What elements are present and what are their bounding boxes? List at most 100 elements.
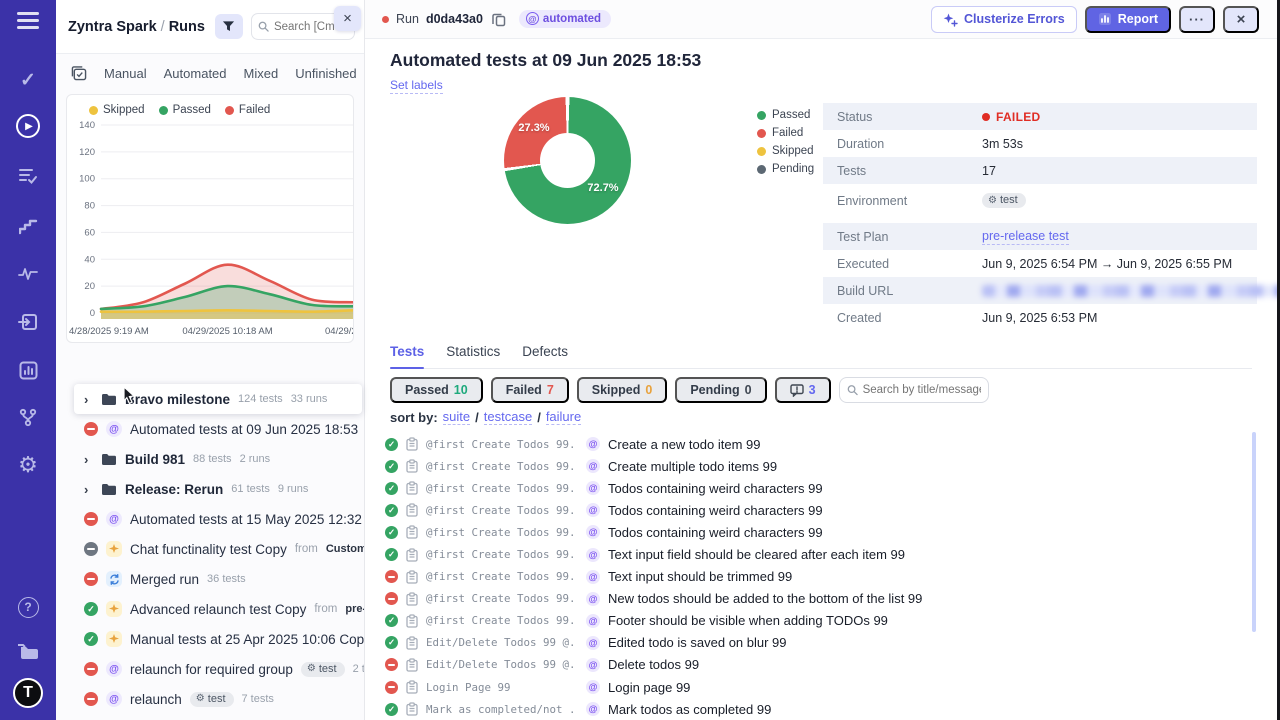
panel-close-button[interactable]: ×: [334, 6, 361, 31]
tests-scrollbar[interactable]: [1252, 432, 1256, 632]
branches-icon[interactable]: [0, 398, 56, 436]
test-title[interactable]: Delete todos 99: [608, 657, 699, 672]
automated-at-icon: @: [586, 525, 600, 539]
filter-chip-failed[interactable]: Failed 7: [491, 377, 569, 403]
tests-check-icon[interactable]: ✓: [0, 61, 56, 99]
run-kind-automated-icon: @: [106, 691, 122, 707]
filter-chip-passed[interactable]: Passed 10: [390, 377, 483, 403]
test-row[interactable]: ✓@first Create Todos 99...@Footer should…: [385, 610, 1247, 632]
more-actions-button[interactable]: ···: [1179, 6, 1215, 33]
test-row[interactable]: Edit/Delete Todos 99 @...@Delete todos 9…: [385, 654, 1247, 676]
run-row-item[interactable]: Merged run36 tests: [56, 564, 364, 594]
run-status-canceled-icon: [84, 542, 98, 556]
run-title: relaunch: [130, 692, 182, 707]
test-title[interactable]: Text input field should be cleared after…: [608, 547, 905, 562]
run-row-item[interactable]: ✓Manual tests at 25 Apr 2025 10:06 Copyf…: [56, 624, 364, 654]
test-row[interactable]: ✓@first Create Todos 99...@Text input fi…: [385, 543, 1247, 565]
legend-label: Skipped: [772, 145, 814, 157]
automated-badge[interactable]: @ automated: [519, 10, 611, 28]
test-title[interactable]: Create multiple todo items 99: [608, 459, 777, 474]
chevron-right-icon[interactable]: ›: [84, 392, 93, 407]
test-row[interactable]: ✓@first Create Todos 99...@Create a new …: [385, 433, 1247, 455]
tab-tests[interactable]: Tests: [390, 344, 424, 359]
close-run-button[interactable]: ×: [1223, 6, 1259, 33]
test-title[interactable]: New todos should be added to the bottom …: [608, 591, 922, 606]
donut-legend: PassedFailedSkippedPending: [757, 109, 814, 175]
test-row[interactable]: Login Page 99@Login page 99: [385, 676, 1247, 698]
menu-icon[interactable]: [0, 12, 56, 29]
analytics-pulse-icon[interactable]: [0, 255, 56, 293]
jobs-steps-icon[interactable]: [0, 207, 56, 245]
run-folder-row[interactable]: ›Release: Rerun61 tests9 runs: [56, 474, 364, 504]
run-row-item[interactable]: @relaunch for required group⚙test2 tests: [56, 654, 364, 684]
reports-chart-icon[interactable]: [0, 351, 56, 389]
test-title[interactable]: Login page 99: [608, 680, 690, 695]
run-type-tab-manual[interactable]: Manual: [104, 66, 147, 81]
filter-chip-skipped[interactable]: Skipped 0: [577, 377, 668, 403]
run-row-item[interactable]: Chat functinality test CopyfromCustom Se…: [56, 534, 364, 564]
test-title[interactable]: Todos containing weird characters 99: [608, 481, 823, 496]
tab-statistics[interactable]: Statistics: [446, 344, 500, 359]
test-row[interactable]: ✓@first Create Todos 99...@Todos contain…: [385, 477, 1247, 499]
test-plan-link[interactable]: pre-release test: [982, 229, 1069, 245]
runs-play-icon[interactable]: ▶: [0, 107, 56, 145]
chevron-right-icon[interactable]: ›: [84, 482, 93, 497]
run-type-tab-mixed[interactable]: Mixed: [244, 66, 279, 81]
clipboard-icon: [406, 614, 418, 628]
test-suite-name: @first Create Todos 99...: [426, 438, 578, 451]
project-name[interactable]: Zyntra Spark: [68, 19, 157, 35]
run-type-tab-automated[interactable]: Automated: [164, 66, 227, 81]
test-row[interactable]: ✓@first Create Todos 99...@Create multip…: [385, 455, 1247, 477]
filter-chip-pending[interactable]: Pending 0: [675, 377, 766, 403]
run-folder-row[interactable]: ›Bravo milestone124 tests33 runs: [74, 384, 362, 414]
chevron-right-icon[interactable]: ›: [84, 452, 93, 467]
comments-filter-chip[interactable]: 3: [775, 377, 831, 403]
filter-button[interactable]: [215, 14, 243, 39]
tests-search-input[interactable]: [863, 384, 981, 396]
run-row-item[interactable]: @Automated tests at 09 Jun 2025 18:53fro…: [56, 414, 364, 444]
run-type-tab-unfinished[interactable]: Unfinished: [295, 66, 356, 81]
run-row-item[interactable]: @relaunch⚙test7 tests: [56, 684, 364, 714]
test-title[interactable]: Todos containing weird characters 99: [608, 525, 823, 540]
run-row-item[interactable]: ✓Advanced relaunch test Copyfrompre-rele…: [56, 594, 364, 624]
test-row[interactable]: ✓@first Create Todos 99...@Todos contain…: [385, 521, 1247, 543]
test-title[interactable]: Edited todo is saved on blur 99: [608, 635, 787, 650]
test-row[interactable]: ✓Mark as completed/not ...@Mark todos as…: [385, 698, 1247, 720]
detail-row-created: CreatedJun 9, 2025 6:53 PM: [823, 304, 1257, 331]
clusterize-errors-button[interactable]: Clusterize Errors: [931, 6, 1077, 33]
run-kind-copy-icon: [106, 631, 122, 647]
test-title[interactable]: Todos containing weird characters 99: [608, 503, 823, 518]
run-title: Advanced relaunch test Copy: [130, 602, 306, 617]
select-runs-icon[interactable]: [71, 66, 87, 81]
tab-defects[interactable]: Defects: [522, 344, 568, 359]
sort-by-suite[interactable]: suite: [443, 409, 470, 425]
tests-search[interactable]: [839, 377, 989, 403]
sort-by-failure[interactable]: failure: [546, 409, 581, 425]
gear-icon: ⚙: [196, 693, 205, 704]
settings-gear-icon[interactable]: ⚙: [0, 446, 56, 484]
run-row-item[interactable]: @Automated tests at 15 May 2025 12:32fro…: [56, 504, 364, 534]
app-logo[interactable]: T: [13, 678, 43, 708]
test-row[interactable]: @first Create Todos 99...@New todos shou…: [385, 588, 1247, 610]
run-folder-row[interactable]: ›Build 98188 tests2 runs: [56, 444, 364, 474]
set-labels-link[interactable]: Set labels: [390, 78, 443, 94]
test-plans-icon[interactable]: [0, 157, 56, 195]
test-title[interactable]: Mark todos as completed 99: [608, 702, 771, 717]
legend-label: Skipped: [103, 104, 145, 116]
import-icon[interactable]: [0, 303, 56, 341]
sort-by-testcase[interactable]: testcase: [484, 409, 532, 425]
test-title[interactable]: Create a new todo item 99: [608, 437, 760, 452]
report-button[interactable]: Report: [1085, 6, 1171, 33]
run-type-tabs: Manual Automated Mixed Unfinished: [56, 54, 364, 92]
legend-label: Passed: [173, 104, 211, 116]
test-row[interactable]: ✓@first Create Todos 99...@Todos contain…: [385, 499, 1247, 521]
help-icon[interactable]: ?: [0, 588, 56, 626]
test-title[interactable]: Text input should be trimmed 99: [608, 569, 792, 584]
test-row[interactable]: @first Create Todos 99...@Text input sho…: [385, 566, 1247, 588]
test-row[interactable]: ✓Edit/Delete Todos 99 @...@Edited todo i…: [385, 632, 1247, 654]
folder-icon: [101, 483, 117, 496]
copy-run-id-icon[interactable]: [492, 12, 506, 27]
projects-folder-icon[interactable]: [0, 632, 56, 670]
test-title[interactable]: Footer should be visible when adding TOD…: [608, 613, 888, 628]
run-tests-count: 2 tests: [353, 663, 364, 675]
